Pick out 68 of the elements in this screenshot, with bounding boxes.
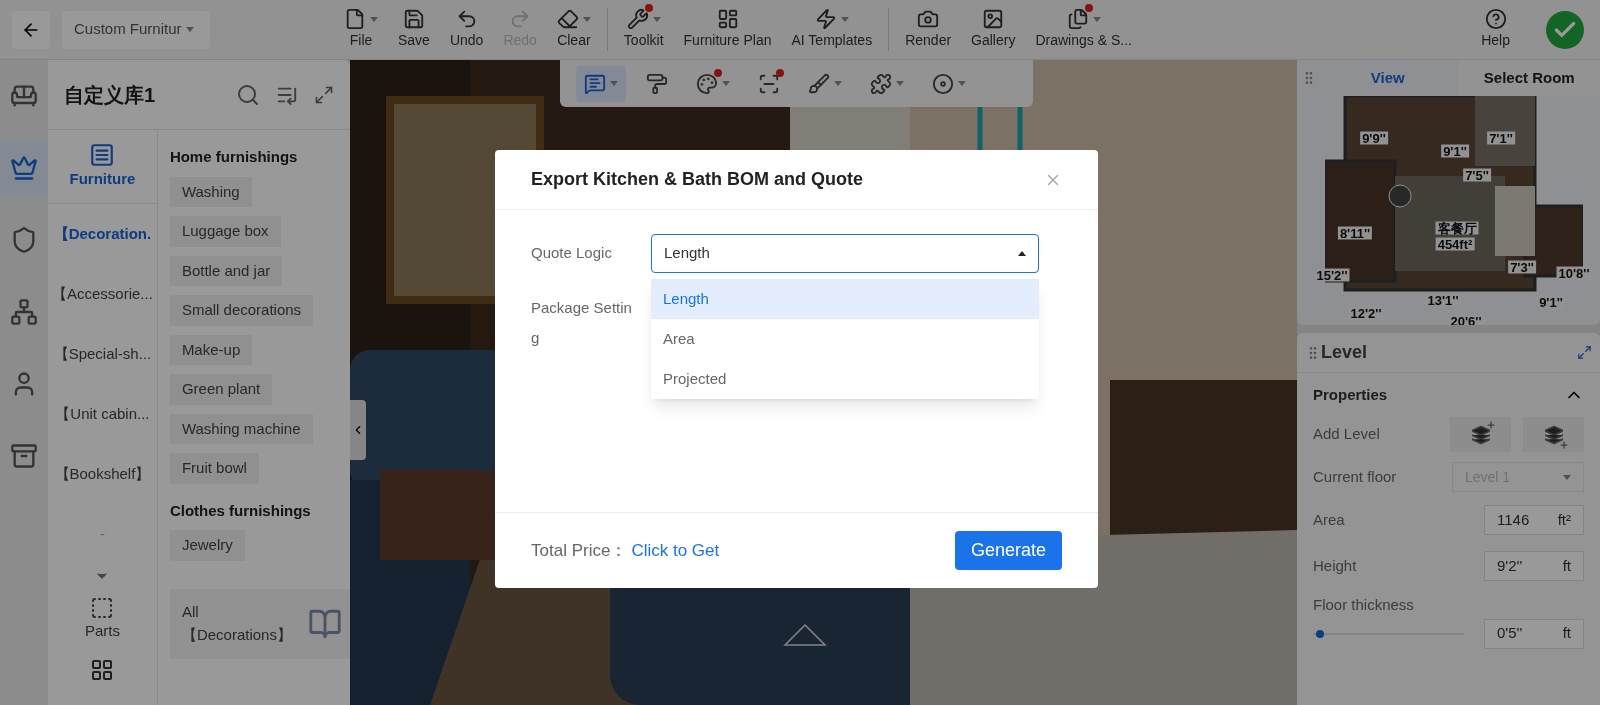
dimension-label: 7'3'' [1508,260,1536,274]
minimap-tab[interactable]: View [1317,66,1459,90]
dimension-label: 12'2'' [1348,306,1384,320]
dimension-label: 13'1'' [1425,293,1461,307]
category-tag[interactable]: Make-up [169,334,253,365]
number-field[interactable]: 9'2'' ft [1484,551,1584,581]
card-label: All 【Decorations】 [181,602,293,645]
toolbar-button[interactable]: Undo [445,8,488,51]
field-label: Quote Logic [531,243,613,263]
dimension-label: 9'1'' [1441,144,1469,158]
category-item[interactable]: 【Special-sh... [48,323,157,384]
dimension-label: 客餐厅 [1435,221,1479,235]
dimension-label: 454ft² [1435,237,1475,251]
dropdown-option[interactable]: Length [651,279,1039,319]
panel-title: Level [1321,341,1369,364]
category-tag[interactable]: Jewelry [169,530,245,561]
click-to-get-link[interactable]: Click to Get [631,537,955,564]
project-dropdown[interactable]: Custom Furnitur [62,10,210,49]
dimension-label: 9'9'' [1360,131,1388,145]
field-label: Add Level [1313,424,1381,445]
dimension-label: 8'11'' [1337,226,1373,240]
quote-logic-select[interactable]: Length [651,234,1039,273]
category-item[interactable]: 【Accessorie... [48,263,157,324]
dropdown-option[interactable]: Projected [651,359,1039,399]
toolbar-button[interactable]: Gallery [967,8,1020,51]
dialog-title: Export Kitchen & Bath BOM and Quote [531,168,864,191]
category-tag[interactable]: Small decorations [169,295,314,326]
category-tag[interactable]: Fruit bowl [169,453,259,484]
toolbar-button[interactable]: Save [394,8,434,51]
toolbar-button[interactable]: Furniture Plan [679,8,776,51]
dimension-label: 20'6'' [1448,314,1484,325]
number-field[interactable]: 0'5'' ft [1484,618,1584,649]
field-label: Floor thickness [1313,595,1415,615]
field-label: Package Setting [531,298,633,348]
parts-tab[interactable]: Parts [84,595,120,642]
category-tag[interactable]: Bottle and jar [169,255,283,286]
generate-button[interactable]: Generate [954,531,1062,570]
section-heading: Clothes furnishings [169,500,312,521]
number-field[interactable]: 1146 ft² [1484,505,1584,535]
dimension-label: 9'1'' [1537,295,1565,309]
category-item[interactable]: 【Unit cabin... [48,383,157,444]
toolbar-button[interactable]: Render [901,8,956,51]
section-title: Properties [1313,384,1389,405]
dimension-label: 15'2'' [1314,268,1350,282]
dimension-label: 10'8'' [1556,266,1592,280]
field-label: Height [1313,555,1358,576]
toolbar-button[interactable]: AI Templates [787,8,877,51]
dropdown-option[interactable]: Area [651,319,1039,359]
category-tag[interactable]: Washing [169,176,252,207]
dimension-label: 7'5'' [1463,168,1491,182]
section-heading: Home furnishings [169,147,299,167]
toolbar-button[interactable]: Drawings & S... [1031,8,1136,51]
help-button[interactable]: Help [1481,8,1510,51]
category-tag[interactable]: Green plant [169,374,273,405]
category-item[interactable]: 【Bookshelf】 [48,443,157,504]
toolbar-button[interactable]: Toolkit [619,8,668,51]
total-price-label: Total Price： [531,539,628,562]
category-item[interactable]: 【Decoration. [48,203,157,264]
dimension-label: 7'1'' [1487,131,1515,145]
category-tag[interactable]: Washing machine [169,413,313,444]
toolbar-button[interactable]: Clear [552,8,595,51]
field-label: Area [1313,509,1346,530]
library-title: 自定义库1 [64,82,157,108]
category-tag[interactable]: Luggage box [169,216,281,247]
field-label: Current floor [1313,466,1398,487]
toolbar-button[interactable]: File [340,8,382,51]
furniture-tab[interactable]: Furniture [48,130,157,204]
minimap-tab[interactable]: Select Room [1458,60,1600,96]
